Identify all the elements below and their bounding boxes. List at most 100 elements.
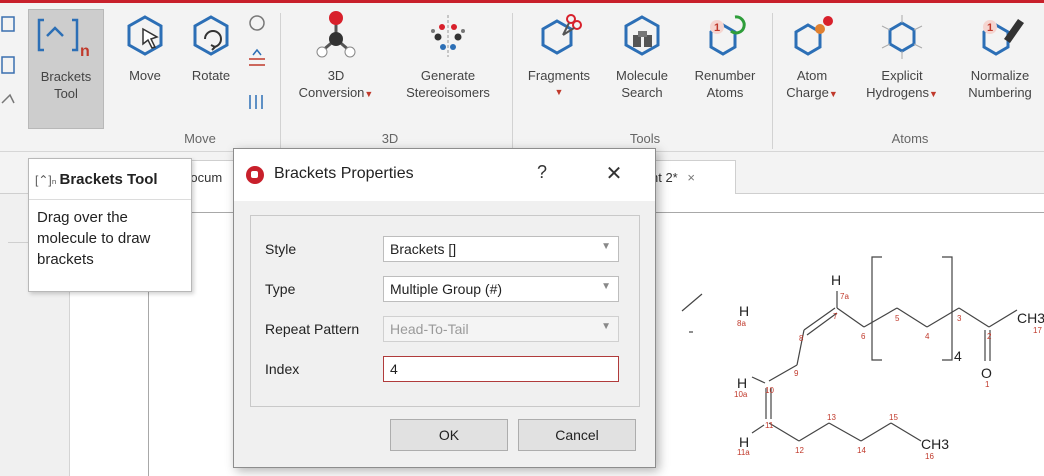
- atom-number: 4: [925, 332, 930, 341]
- close-button[interactable]: ✕: [602, 161, 626, 186]
- group-label-3d: 3D: [381, 131, 399, 146]
- chevron-down-icon: ▼: [601, 281, 611, 292]
- atom-number: 13: [827, 413, 836, 422]
- 3d-ball-stick-icon: [316, 11, 356, 58]
- small-move-icons[interactable]: [244, 11, 270, 121]
- dropdown-arrow-icon: ▼: [554, 87, 564, 97]
- repeat-pattern-select: Head-To-Tail ▼: [383, 316, 619, 342]
- index-input[interactable]: 4: [383, 356, 619, 382]
- renumber-atoms-button[interactable]: 1 Renumber Atoms: [684, 9, 766, 129]
- atomcharge-label-1: Atom: [796, 68, 828, 83]
- index-label: Index: [265, 361, 300, 377]
- svg-text:n: n: [80, 43, 90, 60]
- stereo-label-1: Generate: [420, 68, 476, 83]
- fragments-scissors-icon: [541, 14, 582, 55]
- atom-number: 10a: [734, 390, 748, 399]
- atom-number: 7a: [840, 292, 849, 301]
- 3d-conversion-button[interactable]: 3D Conversion▼: [286, 9, 386, 129]
- explicit-label-1: Explicit: [881, 68, 923, 83]
- tooltip-divider: [29, 199, 191, 200]
- svg-text:1: 1: [987, 22, 993, 34]
- separator: [280, 13, 281, 149]
- type-value: Multiple Group (#): [390, 281, 503, 297]
- tooltip-body: Drag over the molecule to draw brackets: [37, 209, 151, 268]
- explicit-hydrogens-button[interactable]: Explicit Hydrogens▼: [852, 9, 952, 129]
- renumber-icon: 1: [709, 15, 746, 56]
- left-partial-icons[interactable]: [0, 13, 20, 123]
- normalize-numbering-button[interactable]: 1 Normalize Numbering: [956, 9, 1044, 129]
- rotate-icon: [193, 15, 229, 56]
- fragments-button[interactable]: Fragments ▼: [518, 9, 600, 129]
- atom-number: 14: [857, 446, 866, 455]
- tooltip-header: [⌃]ₙ Brackets Tool: [35, 171, 158, 188]
- separator: [512, 13, 513, 149]
- molecule-search-button[interactable]: Molecule Search: [602, 9, 682, 129]
- stereoisomers-icon: [431, 15, 465, 57]
- properties-group: Style Brackets [] ▼ Type Multiple Group …: [250, 215, 640, 407]
- 3d-label-2: Conversion▼: [298, 85, 374, 100]
- atom-h: H: [831, 272, 841, 288]
- atom-number: 6: [861, 332, 866, 341]
- atom-number: 8a: [737, 319, 746, 328]
- atom-number: 12: [795, 446, 804, 455]
- tooltip-title: Brackets Tool: [59, 171, 158, 188]
- svg-text:1: 1: [714, 22, 720, 34]
- index-row: Index 4: [265, 356, 625, 382]
- cancel-button[interactable]: Cancel: [518, 419, 636, 451]
- chevron-down-icon: ▼: [601, 241, 611, 252]
- 3d-label-1: 3D: [327, 68, 345, 83]
- help-button[interactable]: ?: [530, 162, 554, 183]
- atom-number: 5: [895, 314, 900, 323]
- renumber-label-2: Atoms: [706, 85, 744, 100]
- atom-number: 7: [833, 312, 838, 321]
- group-label-atoms: Atoms: [891, 131, 929, 146]
- dropdown-arrow-icon: ▼: [928, 89, 938, 99]
- brackets-label-2: Tool: [54, 86, 78, 101]
- type-select[interactable]: Multiple Group (#) ▼: [383, 276, 619, 302]
- molsearch-label-1: Molecule: [615, 68, 669, 83]
- group-label-tools: Tools: [629, 131, 661, 146]
- renumber-label-1: Renumber: [694, 68, 756, 83]
- atom-number: 2: [987, 332, 992, 341]
- atom-charge-icon: [794, 16, 833, 56]
- type-label: Type: [265, 281, 296, 297]
- explicit-hydrogens-icon: [881, 15, 923, 59]
- tab-close-icon[interactable]: ×: [687, 170, 695, 185]
- dialog-titlebar[interactable]: Brackets Properties ? ✕: [234, 149, 655, 201]
- atom-o: O: [981, 365, 992, 381]
- atom-number: 11a: [737, 448, 750, 457]
- repeat-pattern-label: Repeat Pattern: [265, 321, 360, 337]
- atom-number: 16: [925, 452, 934, 461]
- atom-h: H: [737, 375, 747, 391]
- brackets-properties-dialog: Brackets Properties ? ✕ Style Brackets […: [233, 148, 656, 468]
- normalize-label-1: Normalize: [970, 68, 1030, 83]
- normalize-label-2: Numbering: [968, 85, 1032, 100]
- generate-stereoisomers-button[interactable]: Generate Stereoisomers: [392, 9, 504, 129]
- rotate-label: Rotate: [191, 68, 231, 83]
- app-window: n Brackets Tool Move Rotate Move 3D Conv…: [0, 0, 1044, 476]
- brackets-label-1: Brackets: [40, 69, 92, 84]
- ok-button[interactable]: OK: [390, 419, 508, 451]
- style-row: Style Brackets [] ▼: [265, 236, 625, 262]
- molecule-search-icon: [624, 15, 660, 56]
- atom-h: H: [739, 303, 749, 319]
- brackets-tool-tooltip: [⌃]ₙ Brackets Tool Drag over the molecule…: [28, 158, 192, 292]
- brackets-tool-icon: n: [37, 18, 90, 60]
- style-select[interactable]: Brackets [] ▼: [383, 236, 619, 262]
- repeat-pattern-value: Head-To-Tail: [390, 321, 469, 337]
- rotate-button[interactable]: Rotate: [180, 9, 242, 129]
- atom-number: 3: [957, 314, 962, 323]
- group-label-move: Move: [184, 131, 216, 146]
- move-label: Move: [129, 68, 161, 83]
- repeat-count: 4: [954, 348, 962, 364]
- atom-ch3: CH3: [921, 436, 949, 452]
- atom-number: 11: [765, 421, 774, 430]
- atom-charge-button[interactable]: Atom Charge▼: [778, 9, 846, 129]
- atom-number: 1: [985, 380, 990, 389]
- atom-number: 9: [794, 369, 799, 378]
- brackets-tool-button[interactable]: n Brackets Tool: [28, 9, 104, 129]
- type-row: Type Multiple Group (#) ▼: [265, 276, 625, 302]
- app-logo-icon: [246, 166, 264, 184]
- style-value: Brackets []: [390, 241, 457, 257]
- move-button[interactable]: Move: [116, 9, 174, 129]
